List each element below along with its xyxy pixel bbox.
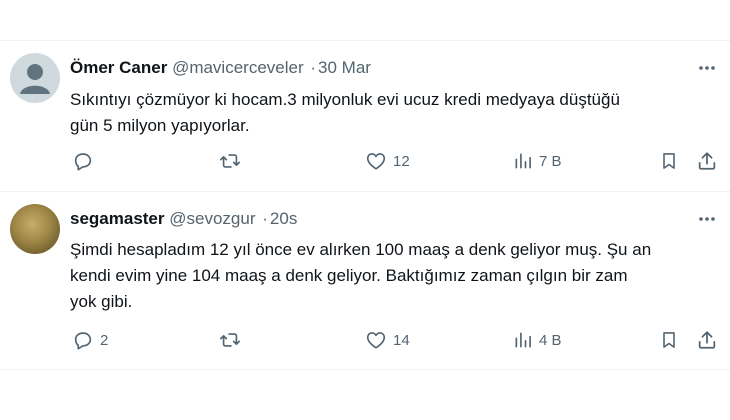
views-button[interactable]: 4 B bbox=[513, 328, 562, 352]
reply-icon bbox=[74, 153, 92, 171]
more-icon bbox=[699, 66, 715, 70]
reply-button[interactable]: 2 bbox=[72, 328, 108, 352]
tweet-text-line: gün 5 milyon yapıyorlar. bbox=[70, 116, 250, 135]
tweet-text-line: yok gibi. bbox=[70, 292, 133, 311]
user-handle[interactable]: @mavicerceveler bbox=[172, 58, 304, 77]
tweet-text-line: kendi evim yine 104 maaş a denk geliyor.… bbox=[70, 266, 628, 285]
tweet-2[interactable]: segamaster @sevozgur · 20s Şimdi hesaplad… bbox=[0, 192, 730, 370]
views-count: 7 B bbox=[539, 152, 562, 170]
more-icon bbox=[699, 217, 715, 221]
tweet-1[interactable]: Ömer Caner @mavicerceveler · 30 Mar Sıkın… bbox=[0, 40, 730, 192]
display-name[interactable]: segamaster bbox=[70, 209, 165, 228]
tweet-text-line: Sıkıntıyı çözmüyor ki hocam.3 milyonluk … bbox=[70, 90, 620, 109]
reply-icon bbox=[74, 332, 92, 350]
tweet-text: Sıkıntıyı çözmüyor ki hocam.3 milyonluk … bbox=[70, 87, 720, 139]
views-icon bbox=[515, 153, 531, 169]
tweet-header: segamaster @sevozgur · 20s bbox=[70, 208, 297, 230]
tweet-header: Ömer Caner @mavicerceveler · 30 Mar bbox=[70, 57, 371, 79]
default-avatar-icon bbox=[10, 53, 60, 103]
share-button[interactable] bbox=[696, 149, 718, 173]
timestamp[interactable]: 30 Mar bbox=[318, 58, 371, 77]
share-icon bbox=[698, 331, 716, 349]
retweet-icon bbox=[220, 333, 240, 347]
display-name[interactable]: Ömer Caner bbox=[70, 58, 167, 77]
avatar[interactable] bbox=[10, 204, 60, 254]
more-button[interactable] bbox=[696, 208, 718, 230]
share-icon bbox=[698, 152, 716, 170]
like-icon bbox=[366, 153, 386, 170]
separator-dot: · bbox=[262, 209, 268, 228]
tweet-text: Şimdi hesapladım 12 yıl önce ev alırken … bbox=[70, 237, 720, 315]
like-count: 14 bbox=[393, 331, 410, 349]
bookmark-button[interactable] bbox=[659, 149, 679, 173]
views-button[interactable]: 7 B bbox=[513, 149, 562, 173]
separator-dot: · bbox=[310, 58, 317, 77]
action-bar: 12 7 B bbox=[70, 149, 720, 173]
retweet-button[interactable] bbox=[218, 328, 248, 352]
action-bar: 2 14 4 B bbox=[70, 328, 720, 352]
reply-button[interactable] bbox=[72, 149, 100, 173]
like-count: 12 bbox=[393, 152, 410, 170]
like-icon bbox=[366, 332, 386, 349]
bookmark-icon bbox=[663, 332, 675, 348]
timestamp[interactable]: 20s bbox=[270, 209, 297, 228]
share-button[interactable] bbox=[696, 328, 718, 352]
like-button[interactable]: 14 bbox=[365, 328, 410, 352]
tweet-text-line: Şimdi hesapladım 12 yıl önce ev alırken … bbox=[70, 240, 652, 259]
avatar[interactable] bbox=[10, 53, 60, 103]
views-icon bbox=[515, 332, 531, 348]
bookmark-icon bbox=[663, 153, 675, 169]
profile-photo-icon bbox=[10, 204, 60, 254]
retweet-button[interactable] bbox=[218, 149, 248, 173]
bookmark-button[interactable] bbox=[659, 328, 679, 352]
more-button[interactable] bbox=[696, 57, 718, 79]
user-handle[interactable]: @sevozgur bbox=[169, 209, 255, 228]
reply-count: 2 bbox=[100, 331, 109, 349]
retweet-icon bbox=[220, 154, 240, 168]
like-button[interactable]: 12 bbox=[365, 149, 410, 173]
views-count: 4 B bbox=[539, 331, 562, 349]
